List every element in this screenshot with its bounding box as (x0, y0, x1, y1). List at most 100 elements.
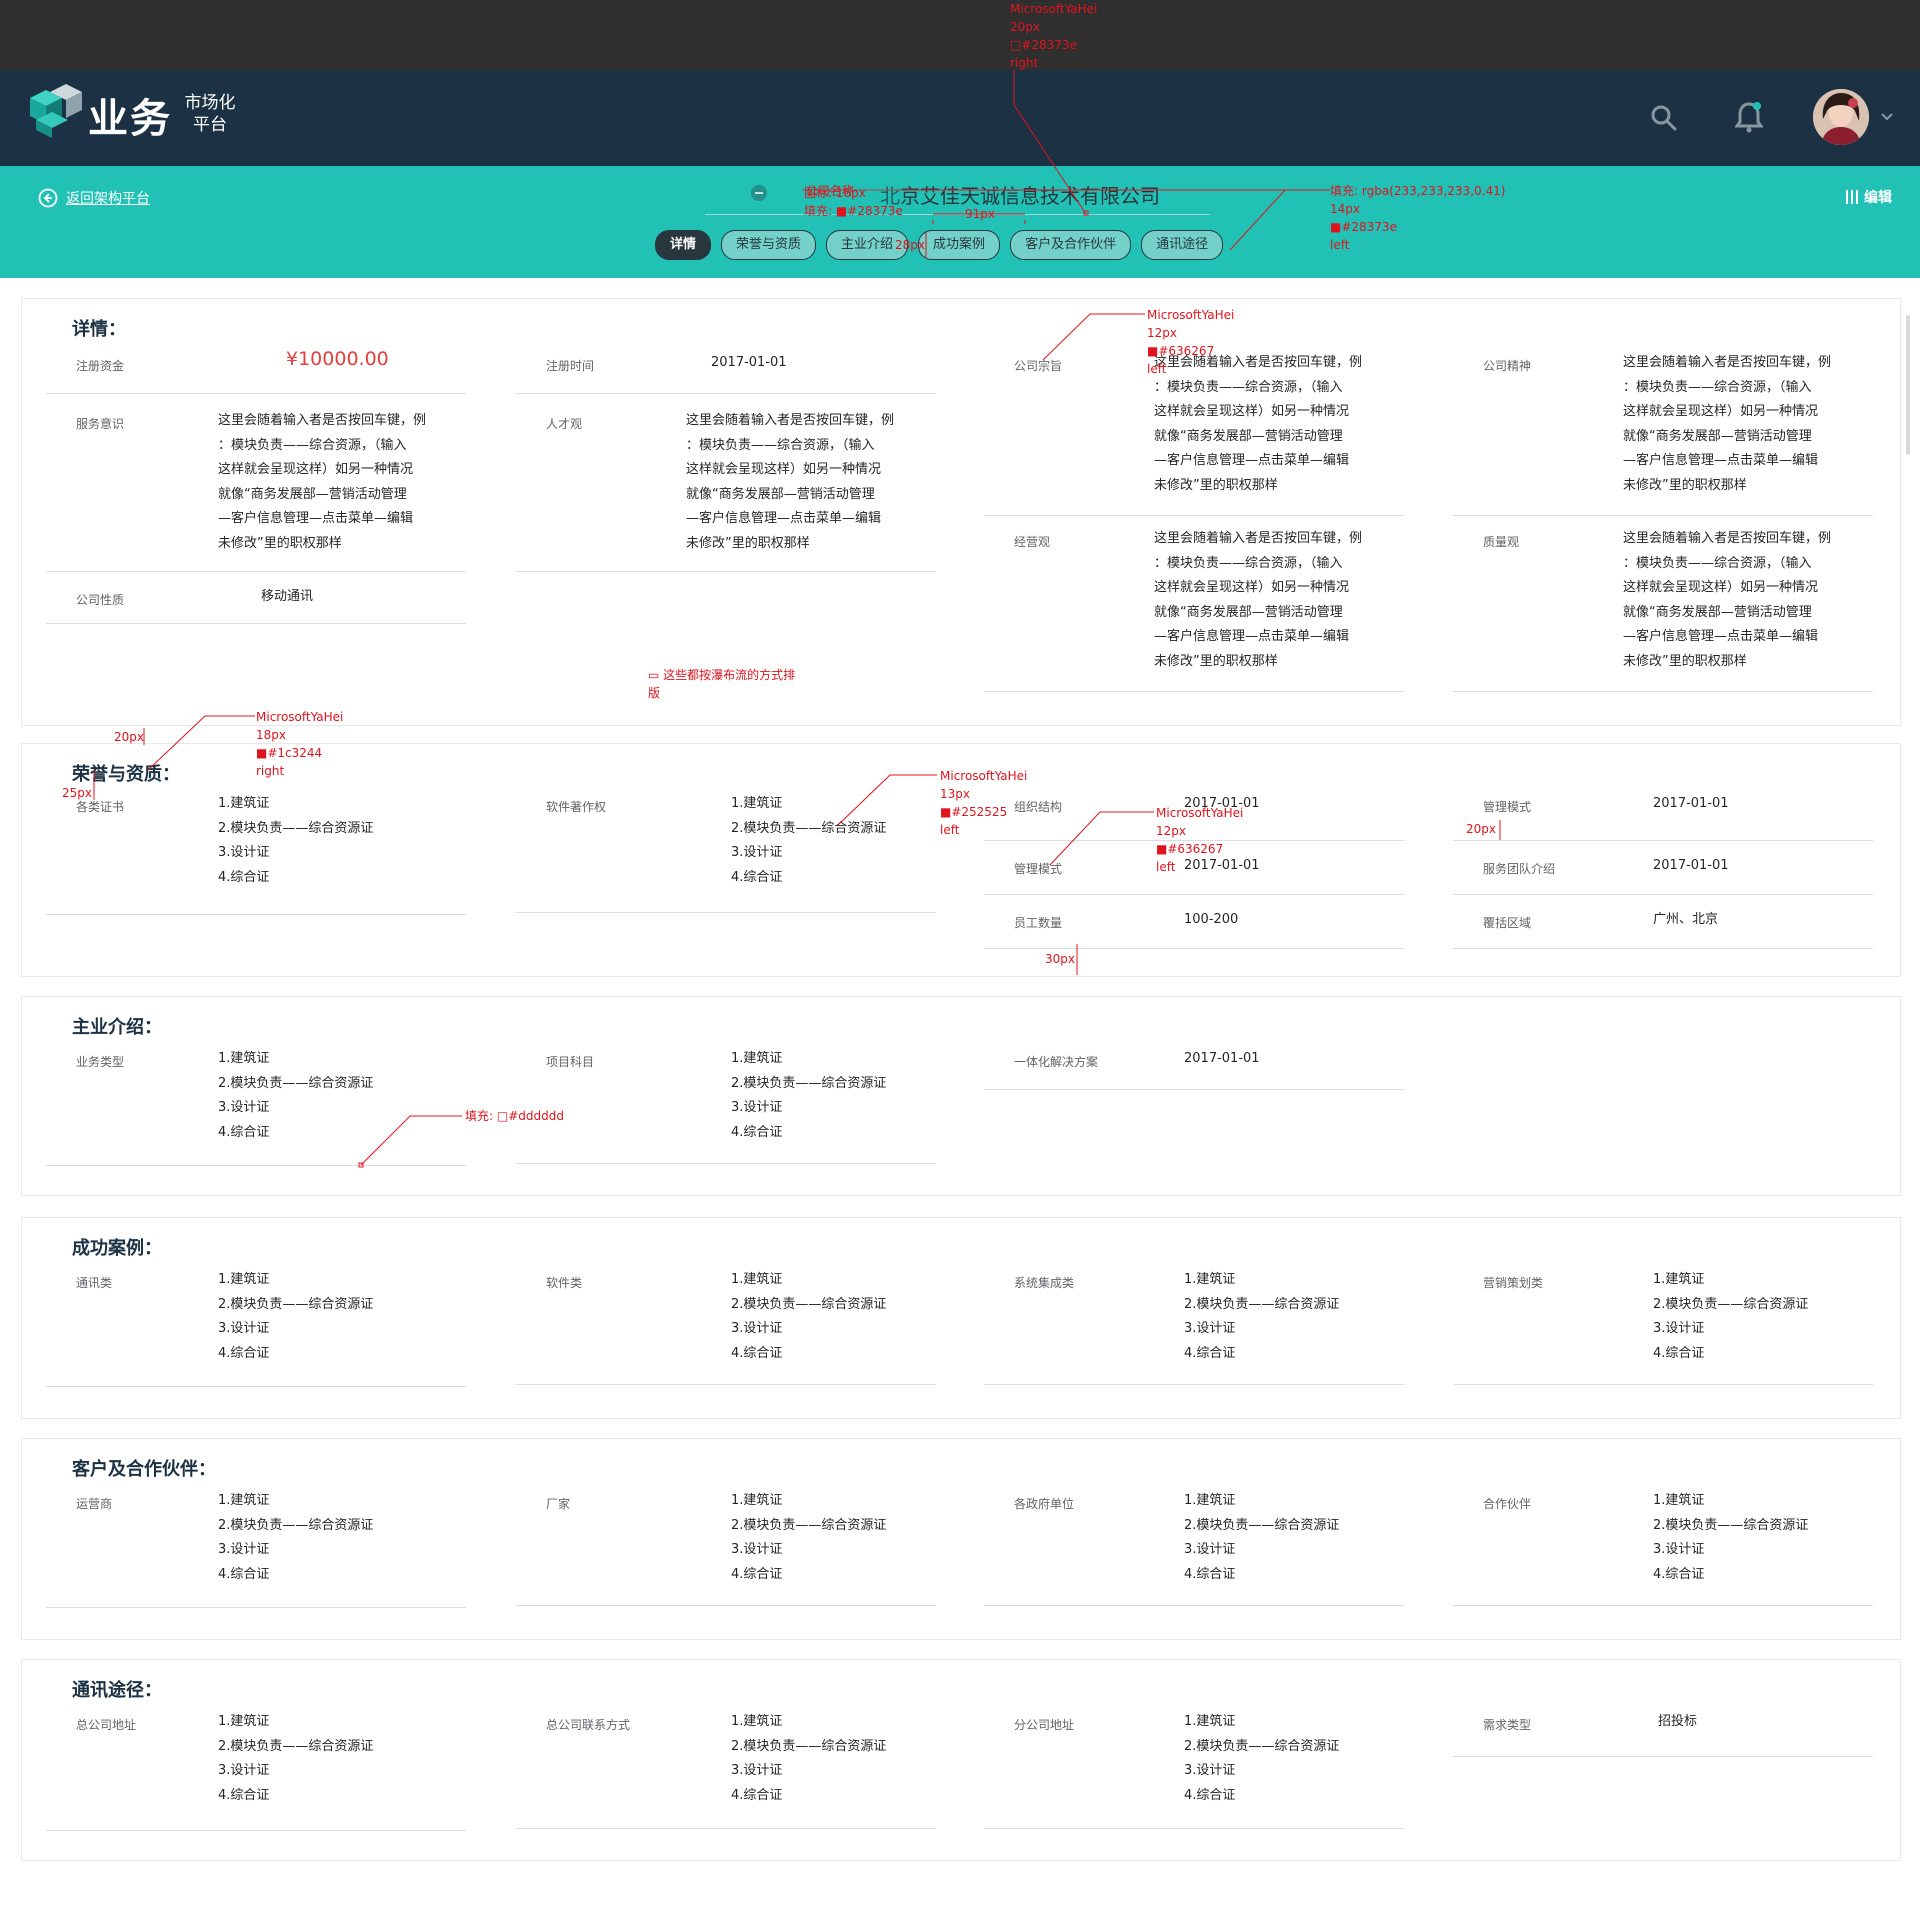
field-label: 公司宗旨 (1014, 359, 1063, 373)
annotation-25px: 25px (62, 786, 92, 800)
annotation-header-font: MicrosoftYaHei 20px □#28373e right (1010, 2, 1098, 70)
field-value: 1.建筑证 2.模块负责——综合资源证 3.设计证 4.综合证 (731, 1493, 887, 1582)
annotation-20px-b: 20px (1466, 822, 1496, 836)
field-label: 公司性质 (76, 593, 125, 607)
field-value: 这里会随着输入者是否按回车键，例 ：模块负责——综合资源，（输入 这样就会呈现这… (1623, 355, 1832, 493)
logo-cubes-icon (30, 84, 82, 138)
company-subbar: 返回架构平台 北京艾佳天诚信息技术有限公司 详情 荣誉与资质 主业介绍 成功案例… (0, 166, 1920, 278)
tab-honor[interactable]: 荣誉与资质 (721, 230, 817, 260)
annotation-label-font: MicrosoftYaHei 12px ■#636267 left (1147, 308, 1235, 376)
field-label: 员工数量 (1014, 916, 1063, 930)
annotation-value-font: MicrosoftYaHei 13px ■#252525 left (940, 769, 1028, 837)
field-value: 1.建筑证 2.模块负责——综合资源证 3.设计证 4.综合证 (731, 1051, 887, 1140)
field-value: 2017-01-01 (711, 355, 787, 370)
field-value: 100-200 (1184, 912, 1239, 927)
field-company-nature: 公司性质 移动通讯 (46, 571, 466, 624)
field-label: 注册资金 (76, 359, 125, 373)
logo-sub-text: 市场化 平台 (184, 93, 236, 135)
field-reg-time: 注册时间 2017-01-01 (516, 339, 936, 394)
field-business-type: 业务类型 1.建筑证 2.模块负责——综合资源证 3.设计证 4.综合证 (46, 1039, 466, 1166)
field-case-marketing: 营销策划类 1.建筑证 2.模块负责——综合资源证 3.设计证 4.综合证 (1453, 1260, 1873, 1385)
field-label: 质量观 (1483, 535, 1520, 549)
tab-detail[interactable]: 详情 (655, 230, 712, 260)
field-case-software: 软件类 1.建筑证 2.模块负责——综合资源证 3.设计证 4.综合证 (516, 1260, 936, 1385)
field-value: 2017-01-01 (1653, 858, 1729, 873)
section-detail: 详情： 注册资金 ¥10000.00 注册时间 2017-01-01 公司宗旨 … (21, 298, 1901, 726)
field-label: 服务意识 (76, 417, 125, 431)
field-value: 1.建筑证 2.模块负责——综合资源证 3.设计证 4.综合证 (731, 1714, 887, 1803)
section-partners: 客户及合作伙伴： 运营商 1.建筑证 2.模块负责——综合资源证 3.设计证 4… (21, 1438, 1901, 1640)
edit-label: 编辑 (1864, 190, 1892, 206)
field-value: 1.建筑证 2.模块负责——综合资源证 3.设计证 4.综合证 (218, 796, 374, 885)
field-value: 这里会随着输入者是否按回车键，例 ：模块负责——综合资源，（输入 这样就会呈现这… (1623, 531, 1832, 669)
tab-partners[interactable]: 客户及合作伙伴 (1010, 230, 1132, 260)
field-demand-type: 需求类型 招投标 (1453, 1702, 1873, 1757)
avatar[interactable] (1813, 89, 1869, 145)
section-main-business: 主业介绍： 业务类型 1.建筑证 2.模块负责——综合资源证 3.设计证 4.综… (21, 996, 1901, 1196)
field-value: 这里会随着输入者是否按回车键，例 ：模块负责——综合资源，（输入 这样就会呈现这… (218, 413, 427, 551)
field-value: 这里会随着输入者是否按回车键，例 ：模块负责——综合资源，（输入 这样就会呈现这… (686, 413, 895, 551)
field-talent: 人才观 这里会随着输入者是否按回车键，例 ：模块负责——综合资源，（输入 这样就… (516, 393, 936, 572)
tab-cases[interactable]: 成功案例 (918, 230, 1001, 260)
field-value: 广州、北京 (1653, 912, 1719, 927)
back-link[interactable]: 返回架构平台 (38, 188, 150, 208)
section-title: 成功案例： (72, 1238, 162, 1259)
field-label: 项目科目 (546, 1055, 595, 1069)
field-value: 2017-01-01 (1184, 1051, 1260, 1066)
annotation-company-label: 公司名称 (806, 184, 855, 198)
annotation-title-font: MicrosoftYaHei 18px ■#1c3244 right (256, 710, 344, 778)
edit-bars-icon (1846, 190, 1858, 204)
field-certificates: 各类证书 1.建筑证 2.模块负责——综合资源证 3.设计证 4.综合证 (46, 786, 466, 915)
annotation-waterfall-note: ▭ 这些都按瀑布流的方式排 版 (648, 668, 796, 700)
field-value: 1.建筑证 2.模块负责——综合资源证 3.设计证 4.综合证 (1184, 1493, 1340, 1582)
field-label: 覆括区域 (1483, 916, 1532, 930)
field-label: 公司精神 (1483, 359, 1532, 373)
field-value: 2017-01-01 (1653, 796, 1729, 811)
field-label: 厂家 (546, 1497, 571, 1511)
field-partner-vendor: 厂家 1.建筑证 2.模块负责——综合资源证 3.设计证 4.综合证 (516, 1481, 936, 1606)
bell-icon[interactable] (1735, 100, 1763, 134)
section-title: 客户及合作伙伴： (72, 1459, 216, 1480)
field-label: 一体化解决方案 (1014, 1055, 1099, 1069)
field-label: 管理模式 (1014, 862, 1063, 876)
field-coverage-region: 覆括区域 广州、北京 (1453, 894, 1873, 949)
field-integrated-solution: 一体化解决方案 2017-01-01 (984, 1039, 1404, 1090)
tab-contact[interactable]: 通讯途径 (1141, 230, 1224, 260)
field-software-copyright: 软件著作权 1.建筑证 2.模块负责——综合资源证 3.设计证 4.综合证 (516, 786, 936, 913)
field-value: 1.建筑证 2.模块负责——综合资源证 3.设计证 4.综合证 (218, 1493, 374, 1582)
field-case-integration: 系统集成类 1.建筑证 2.模块负责——综合资源证 3.设计证 4.综合证 (984, 1260, 1404, 1385)
field-hq-contact: 总公司联系方式 1.建筑证 2.模块负责——综合资源证 3.设计证 4.综合证 (516, 1702, 936, 1829)
field-hq-address: 总公司地址 1.建筑证 2.模块负责——综合资源证 3.设计证 4.综合证 (46, 1702, 466, 1831)
field-label: 经营观 (1014, 535, 1051, 549)
annotation-30px: 30px (1045, 952, 1075, 966)
annotation-tab-fill: 填充: rgba(233,233,233,0.41) 14px ■#28373e… (1330, 184, 1506, 252)
field-label: 总公司地址 (76, 1718, 137, 1732)
annotation-91px: 91px (965, 207, 995, 221)
annotation-20px-a: 20px (114, 730, 144, 744)
field-branch-address: 分公司地址 1.建筑证 2.模块负责——综合资源证 3.设计证 4.综合证 (984, 1702, 1404, 1829)
company-name: 北京艾佳天诚信息技术有限公司 (880, 184, 1160, 208)
field-value: ¥10000.00 (286, 348, 389, 370)
field-label: 服务团队介绍 (1483, 862, 1556, 876)
field-label: 人才观 (546, 417, 583, 431)
field-value: 1.建筑证 2.模块负责——综合资源证 3.设计证 4.综合证 (1184, 1714, 1340, 1803)
scrollbar[interactable] (1906, 315, 1910, 455)
back-circle-icon (38, 188, 58, 208)
field-label: 软件著作权 (546, 800, 607, 814)
field-case-telecom: 通讯类 1.建筑证 2.模块负责——综合资源证 3.设计证 4.综合证 (46, 1260, 466, 1387)
field-label: 需求类型 (1483, 1718, 1532, 1732)
field-label: 注册时间 (546, 359, 595, 373)
logo-main-text: 业务 (88, 96, 172, 142)
field-partner-operator: 运营商 1.建筑证 2.模块负责——综合资源证 3.设计证 4.综合证 (46, 1481, 466, 1608)
field-label: 总公司联系方式 (546, 1718, 631, 1732)
field-value: 1.建筑证 2.模块负责——综合资源证 3.设计证 4.综合证 (218, 1272, 374, 1361)
section-title: 详情： (72, 319, 126, 340)
section-tabs: 详情 荣誉与资质 主业介绍 成功案例 客户及合作伙伴 通讯途径 (655, 230, 1224, 260)
chevron-down-icon[interactable] (1880, 112, 1894, 122)
edit-button[interactable]: 编辑 (1846, 187, 1892, 207)
search-icon[interactable] (1650, 104, 1678, 132)
field-quality-view: 质量观 这里会随着输入者是否按回车键，例 ：模块负责——综合资源，（输入 这样就… (1453, 515, 1873, 692)
field-label: 合作伙伴 (1483, 1497, 1532, 1511)
company-underline (705, 214, 1210, 215)
field-value: 招投标 (1658, 1714, 1698, 1729)
